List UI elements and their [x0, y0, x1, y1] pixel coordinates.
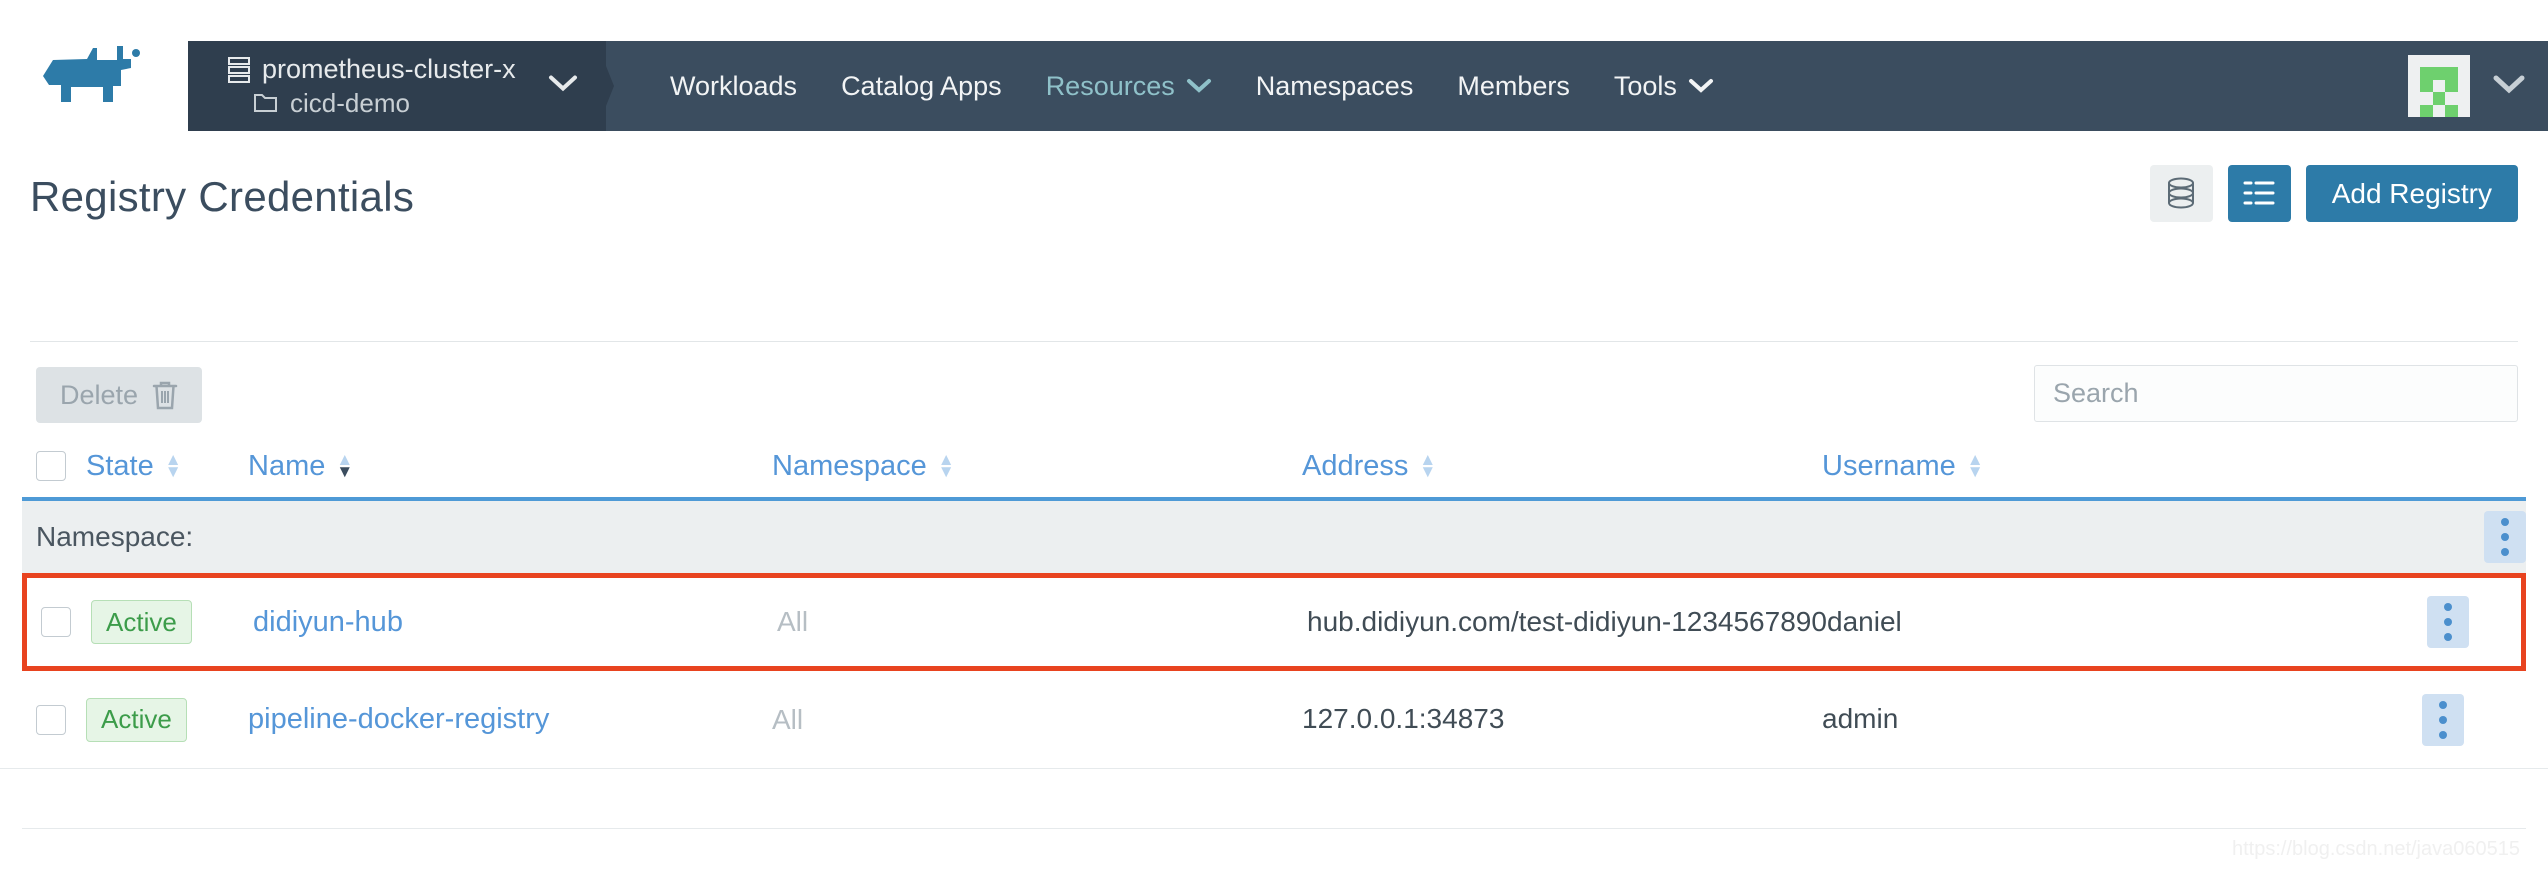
sort-toggle-icon[interactable]: ▲ ▼ [938, 451, 955, 481]
nav-item-resources[interactable]: Resources [1024, 41, 1234, 131]
add-registry-button[interactable]: Add Registry [2305, 165, 2518, 222]
nav-item-label: Workloads [670, 70, 798, 101]
cluster-name: prometheus-cluster-x [262, 53, 516, 84]
page-title: Registry Credentials [30, 173, 415, 220]
status-badge: Active [86, 697, 187, 742]
column-header-namespace[interactable]: Namespace ▲ ▼ [772, 450, 1302, 483]
column-header-state[interactable]: State ▲ ▼ [86, 450, 248, 483]
row-namespace-cell: All [772, 704, 1302, 736]
rancher-cow-logo-svg [43, 46, 140, 102]
select-all-cell [36, 451, 86, 481]
column-label: Address [1302, 449, 1409, 482]
column-header-name[interactable]: Name ▲ ▼ [248, 450, 772, 483]
chevron-down-icon [1186, 79, 1211, 93]
table-header-row: State ▲ ▼ Name ▲ ▼ Namespace ▲ ▼ Address ▲ ▼ [0, 435, 2548, 497]
row-name-cell: didiyun-hub [253, 606, 777, 639]
kebab-menu-icon[interactable] [2422, 693, 2464, 746]
kebab-menu-icon[interactable] [2427, 596, 2469, 648]
kebab-menu-icon[interactable] [2484, 511, 2526, 563]
namespace-value: All [772, 703, 804, 735]
chevron-down-icon[interactable] [548, 75, 578, 98]
row-state-cell: Active [86, 697, 248, 742]
row-actions-cell [2362, 693, 2492, 746]
sort-toggle-icon[interactable]: ▲ ▼ [1967, 451, 1984, 481]
user-menu[interactable] [2408, 41, 2526, 131]
address-value: 127.0.0.1:34873 [1302, 703, 1505, 735]
nav-item-label: Catalog Apps [841, 70, 1002, 101]
column-label: Namespace [772, 449, 927, 482]
username-value: admin [1822, 703, 1899, 735]
list-view-icon-svg [2243, 181, 2275, 204]
nav-item-workloads[interactable]: Workloads [648, 41, 819, 131]
username-value: daniel [1827, 605, 1902, 637]
delete-button[interactable]: Delete [36, 367, 203, 423]
registry-name-link[interactable]: pipeline-docker-registry [248, 703, 549, 735]
address-value: hub.didiyun.com/test-didiyun-1234567890 [1307, 605, 1827, 637]
header-divider [30, 341, 2518, 342]
table-bottom-divider [22, 828, 2526, 829]
delete-button-label: Delete [60, 379, 139, 410]
nav-item-tools[interactable]: Tools [1592, 41, 1736, 131]
row-checkbox[interactable] [36, 704, 66, 735]
nav-item-label: Members [1457, 70, 1570, 101]
nav-item-catalog-apps[interactable]: Catalog Apps [819, 41, 1024, 131]
cluster-chip-arrow [596, 41, 614, 131]
row-select-cell [36, 704, 86, 735]
database-stack-icon-svg [2168, 177, 2195, 208]
trash-icon [152, 381, 178, 410]
row-state-cell: Active [91, 600, 253, 644]
row-name-cell: pipeline-docker-registry [248, 703, 772, 736]
cluster-project-selector[interactable]: prometheus-cluster-x cicd-demo [188, 41, 606, 131]
nav-item-label: Resources [1045, 70, 1175, 101]
column-label: State [86, 449, 154, 482]
nav-links: Workloads Catalog Apps Resources Namespa… [648, 41, 1736, 131]
row-username-cell: admin [1822, 701, 2362, 737]
search-input[interactable] [2034, 365, 2518, 422]
watermark-text: https://blog.csdn.net/java060515 [2232, 838, 2520, 860]
column-label: Name [248, 449, 326, 482]
column-header-username[interactable]: Username ▲ ▼ [1822, 450, 2362, 483]
sort-toggle-icon[interactable]: ▲ ▼ [1419, 451, 1436, 481]
namespace-value: All [777, 606, 809, 637]
nav-item-members[interactable]: Members [1435, 41, 1592, 131]
top-bar: prometheus-cluster-x cicd-demo Workloads… [0, 0, 2548, 145]
row-address-cell: 127.0.0.1:34873 [1302, 701, 1822, 737]
list-view-icon[interactable] [2227, 165, 2291, 222]
main-navigation-bar: prometheus-cluster-x cicd-demo Workloads… [188, 41, 2548, 131]
group-row-label: Namespace: [36, 521, 194, 552]
column-header-address[interactable]: Address ▲ ▼ [1302, 450, 1822, 483]
folder-icon [254, 93, 277, 112]
project-name: cicd-demo [290, 87, 410, 118]
select-all-checkbox[interactable] [36, 451, 66, 481]
database-stack-icon[interactable] [2149, 165, 2213, 222]
registry-name-link[interactable]: didiyun-hub [253, 606, 403, 638]
sort-toggle-icon[interactable]: ▲ ▼ [336, 451, 353, 481]
chevron-down-icon [1688, 79, 1713, 93]
nav-item-label: Tools [1613, 70, 1677, 101]
rancher-cow-logo[interactable] [35, 40, 165, 110]
nav-item-namespaces[interactable]: Namespaces [1234, 41, 1436, 131]
status-badge: Active [91, 600, 192, 644]
row-namespace-cell: All [777, 606, 1307, 638]
column-label: Username [1822, 449, 1956, 482]
header-actions: Add Registry [2149, 165, 2518, 222]
row-username-cell: daniel [1827, 604, 2367, 640]
server-stack-icon [228, 56, 250, 83]
sort-toggle-icon[interactable]: ▲ ▼ [165, 451, 182, 481]
row-actions-cell [2367, 596, 2497, 648]
page-header: Registry Credentials Add Registry [0, 145, 2548, 342]
row-select-cell [41, 607, 91, 637]
table-row[interactable]: Active pipeline-docker-registry All 127.… [0, 671, 2548, 769]
chevron-down-icon[interactable] [2492, 74, 2526, 99]
nav-item-label: Namespaces [1255, 70, 1414, 101]
table-toolbar: Delete [0, 355, 2548, 430]
table-row[interactable]: Active didiyun-hub All hub.didiyun.com/t… [22, 573, 2526, 671]
row-address-cell: hub.didiyun.com/test-didiyun-1234567890 [1307, 604, 1827, 640]
table-group-row-namespace: Namespace: [22, 501, 2526, 573]
row-checkbox[interactable] [41, 607, 71, 637]
registry-credentials-table: State ▲ ▼ Name ▲ ▼ Namespace ▲ ▼ Address ▲ ▼ [0, 435, 2548, 769]
user-identicon-avatar[interactable] [2408, 55, 2470, 117]
